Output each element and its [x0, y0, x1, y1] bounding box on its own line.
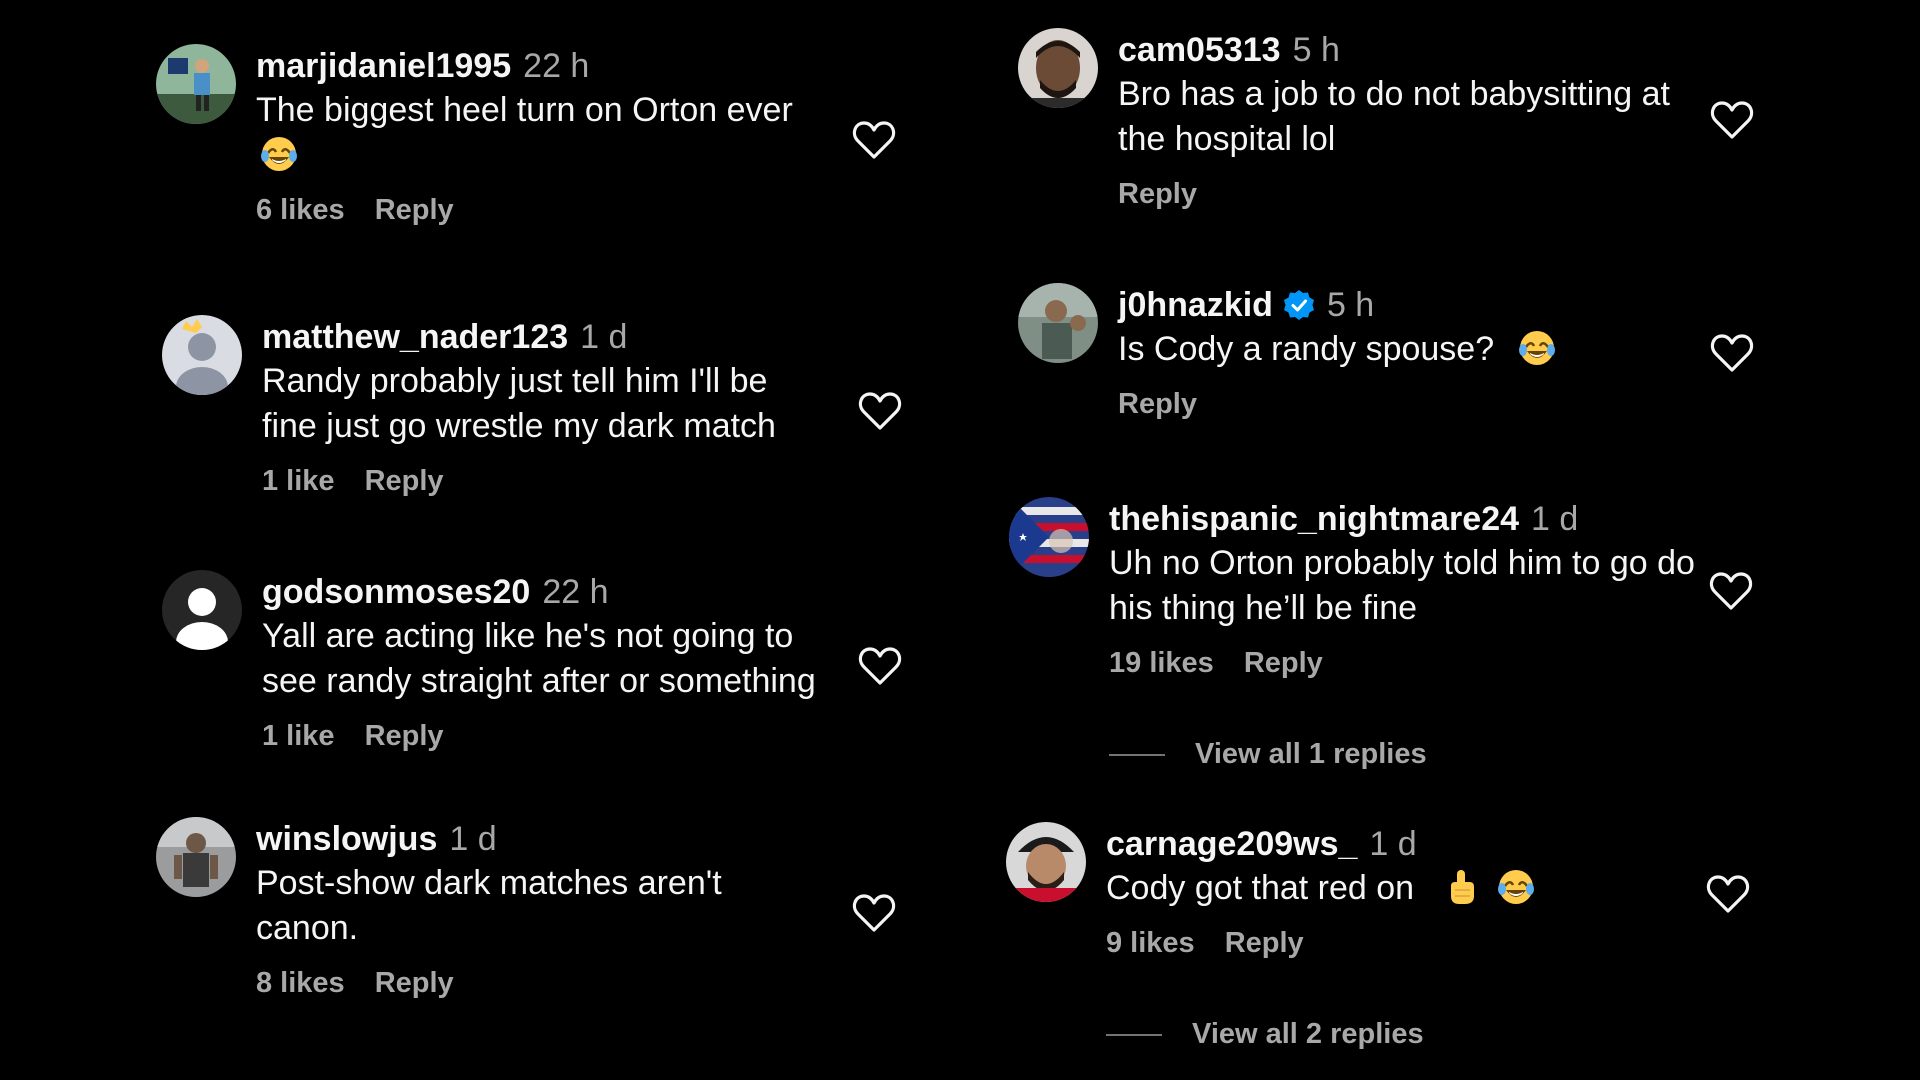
comment-header: carnage209ws_ 1 d: [1106, 822, 1706, 866]
like-heart-icon[interactable]: [1706, 874, 1750, 914]
replies-divider-line: [1109, 753, 1165, 756]
comment-meta: 6 likes Reply: [256, 194, 826, 227]
comment-text: Bro has a job to do not babysitting at t…: [1118, 75, 1670, 158]
like-heart-icon[interactable]: [852, 120, 896, 160]
comment-text: The biggest heel turn on Orton ever: [256, 88, 826, 178]
timestamp: 5 h: [1326, 285, 1375, 324]
reply-button[interactable]: Reply: [365, 720, 444, 753]
reply-button[interactable]: Reply: [1118, 388, 1197, 421]
reply-button[interactable]: Reply: [375, 194, 454, 227]
timestamp: 1 d: [1531, 499, 1579, 538]
timestamp: 1 d: [449, 819, 497, 858]
likes-count[interactable]: 8 likes: [256, 967, 345, 1000]
comment-header: matthew_nader123 1 d: [262, 315, 822, 359]
like-heart-icon[interactable]: [858, 646, 902, 686]
timestamp: 5 h: [1292, 30, 1340, 69]
comment-meta: 1 like Reply: [262, 720, 852, 753]
comment-header: j0hnazkid 5 h: [1118, 283, 1708, 327]
username[interactable]: godsonmoses20: [262, 573, 530, 612]
likes-count[interactable]: 6 likes: [256, 194, 345, 227]
timestamp: 22 h: [523, 46, 590, 85]
avatar[interactable]: [162, 315, 242, 395]
reply-button[interactable]: Reply: [375, 967, 454, 1000]
comment-body: marjidaniel1995 22 h The biggest heel tu…: [256, 44, 826, 227]
comment-body: godsonmoses20 22 h Yall are acting like …: [262, 570, 852, 753]
pointing-up-emoji-icon: [1442, 868, 1480, 906]
view-replies-button[interactable]: View all 2 replies: [1106, 1018, 1424, 1051]
comment-header: marjidaniel1995 22 h: [256, 44, 826, 88]
comment-text: Yall are acting like he's not going to s…: [262, 617, 816, 700]
comment-header: winslowjus 1 d: [256, 817, 776, 861]
username[interactable]: marjidaniel1995: [256, 47, 511, 86]
like-heart-icon[interactable]: [1709, 571, 1753, 611]
comment-header: godsonmoses20 22 h: [262, 570, 852, 614]
avatar[interactable]: [1009, 497, 1089, 577]
like-heart-icon[interactable]: [858, 391, 902, 431]
reply-button[interactable]: Reply: [1118, 178, 1197, 211]
comment-body: thehispanic_nightmare24 1 d Uh no Orton …: [1109, 497, 1709, 680]
view-replies-label[interactable]: View all 2 replies: [1192, 1018, 1424, 1051]
likes-count[interactable]: 9 likes: [1106, 927, 1195, 960]
view-replies-label[interactable]: View all 1 replies: [1195, 738, 1427, 771]
comment-text: Is Cody a randy spouse?: [1118, 327, 1708, 372]
timestamp: 1 d: [1369, 824, 1417, 863]
avatar[interactable]: [1018, 283, 1098, 363]
likes-count[interactable]: 1 like: [262, 720, 335, 753]
comment-text: Post-show dark matches aren't canon.: [256, 864, 722, 947]
username[interactable]: thehispanic_nightmare24: [1109, 500, 1519, 539]
comment-body: winslowjus 1 d Post-show dark matches ar…: [256, 817, 776, 1000]
comment-text: Uh no Orton probably told him to go do h…: [1109, 544, 1695, 627]
laughing-tears-emoji-icon: [1518, 329, 1556, 367]
likes-count[interactable]: 1 like: [262, 465, 335, 498]
reply-button[interactable]: Reply: [1244, 647, 1323, 680]
comment-meta: 9 likes Reply: [1106, 927, 1706, 960]
comment-text: Randy probably just tell him I'll be fin…: [262, 362, 776, 445]
username[interactable]: winslowjus: [256, 820, 437, 859]
avatar[interactable]: [162, 570, 242, 650]
comment-meta: 1 like Reply: [262, 465, 822, 498]
avatar[interactable]: [156, 817, 236, 897]
avatar[interactable]: [1006, 822, 1086, 902]
view-replies-button[interactable]: View all 1 replies: [1109, 738, 1427, 771]
comment-text: Cody got that red on: [1106, 866, 1706, 911]
comment-header: cam05313 5 h: [1118, 28, 1708, 72]
comment-meta: 8 likes Reply: [256, 967, 776, 1000]
username[interactable]: matthew_nader123: [262, 318, 568, 357]
likes-count[interactable]: 19 likes: [1109, 647, 1214, 680]
avatar[interactable]: [1018, 28, 1098, 108]
laughing-tears-emoji-icon: [260, 135, 298, 173]
comment-meta: 19 likes Reply: [1109, 647, 1709, 680]
username[interactable]: j0hnazkid: [1118, 286, 1273, 325]
like-heart-icon[interactable]: [852, 893, 896, 933]
replies-divider-line: [1106, 1033, 1162, 1036]
avatar[interactable]: [156, 44, 236, 124]
comment-body: cam05313 5 h Bro has a job to do not bab…: [1118, 28, 1708, 211]
like-heart-icon[interactable]: [1710, 333, 1754, 373]
timestamp: 1 d: [580, 317, 628, 356]
verified-badge-icon: [1283, 289, 1315, 321]
like-heart-icon[interactable]: [1710, 100, 1754, 140]
laughing-tears-emoji-icon: [1497, 868, 1535, 906]
timestamp: 22 h: [542, 572, 609, 611]
comment-body: matthew_nader123 1 d Randy probably just…: [262, 315, 822, 498]
username[interactable]: carnage209ws_: [1106, 825, 1357, 864]
username[interactable]: cam05313: [1118, 31, 1281, 70]
comment-text-content: Is Cody a randy spouse?: [1118, 330, 1495, 368]
reply-button[interactable]: Reply: [1225, 927, 1304, 960]
comment-meta: Reply: [1118, 178, 1708, 211]
comment-text-content: The biggest heel turn on Orton ever: [256, 91, 793, 129]
reply-button[interactable]: Reply: [365, 465, 444, 498]
comment-text-content: Cody got that red on: [1106, 869, 1415, 907]
comment-body: carnage209ws_ 1 d Cody got that red on 9…: [1106, 822, 1706, 960]
comment-meta: Reply: [1118, 388, 1708, 421]
comment-body: j0hnazkid 5 h Is Cody a randy spouse? Re…: [1118, 283, 1708, 421]
comment-header: thehispanic_nightmare24 1 d: [1109, 497, 1709, 541]
